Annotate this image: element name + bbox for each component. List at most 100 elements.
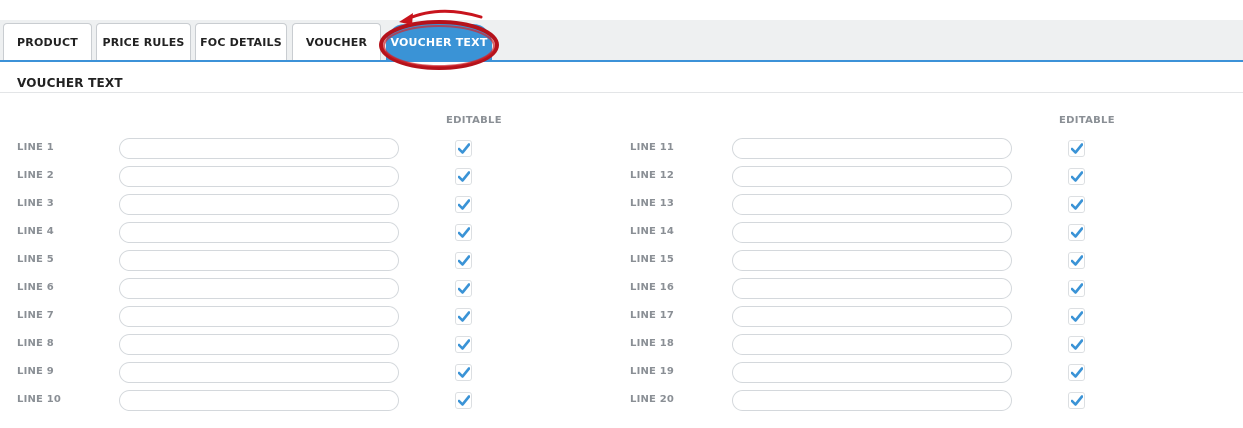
line-row: LINE 3 [17, 194, 517, 216]
line-row: LINE 14 [630, 222, 1130, 244]
line-row: LINE 17 [630, 306, 1130, 328]
editable-checkbox[interactable] [1068, 308, 1085, 325]
line-row: LINE 1 [17, 138, 517, 160]
line-text-input[interactable] [119, 390, 399, 411]
checkmark-icon [458, 171, 470, 182]
tab-voucher-text[interactable]: VOUCHER TEXT [386, 24, 492, 60]
checkmark-icon [1071, 227, 1083, 238]
editable-header-left: EDITABLE [446, 115, 502, 126]
checkmark-icon [1071, 283, 1083, 294]
line-text-input[interactable] [119, 362, 399, 383]
line-label: LINE 8 [17, 338, 54, 349]
checkmark-icon [458, 199, 470, 210]
line-label: LINE 4 [17, 226, 54, 237]
line-row: LINE 15 [630, 250, 1130, 272]
line-label: LINE 7 [17, 310, 54, 321]
line-text-input[interactable] [732, 278, 1012, 299]
tab-bar: PRODUCT PRICE RULES FOC DETAILS VOUCHER … [0, 20, 1243, 62]
line-label: LINE 9 [17, 366, 54, 377]
checkmark-icon [458, 227, 470, 238]
line-text-input[interactable] [732, 194, 1012, 215]
checkmark-icon [1071, 339, 1083, 350]
line-text-input[interactable] [732, 222, 1012, 243]
line-text-input[interactable] [732, 306, 1012, 327]
line-row: LINE 6 [17, 278, 517, 300]
editable-checkbox[interactable] [455, 252, 472, 269]
editable-checkbox[interactable] [1068, 140, 1085, 157]
line-text-input[interactable] [732, 334, 1012, 355]
section-divider [0, 92, 1243, 93]
line-label: LINE 11 [630, 142, 675, 153]
line-text-input[interactable] [119, 334, 399, 355]
line-row: LINE 7 [17, 306, 517, 328]
line-row: LINE 18 [630, 334, 1130, 356]
line-label: LINE 6 [17, 282, 54, 293]
checkmark-icon [1071, 171, 1083, 182]
editable-checkbox[interactable] [1068, 280, 1085, 297]
line-row: LINE 20 [630, 390, 1130, 412]
section-title: VOUCHER TEXT [17, 76, 123, 90]
editable-checkbox[interactable] [1068, 196, 1085, 213]
line-text-input[interactable] [732, 390, 1012, 411]
line-label: LINE 5 [17, 254, 54, 265]
tab-voucher[interactable]: VOUCHER [292, 23, 381, 60]
line-text-input[interactable] [119, 194, 399, 215]
editable-checkbox[interactable] [455, 280, 472, 297]
line-text-input[interactable] [119, 250, 399, 271]
checkmark-icon [1071, 367, 1083, 378]
editable-checkbox[interactable] [1068, 168, 1085, 185]
line-row: LINE 2 [17, 166, 517, 188]
editable-checkbox[interactable] [455, 336, 472, 353]
line-row: LINE 10 [17, 390, 517, 412]
line-text-input[interactable] [732, 362, 1012, 383]
line-label: LINE 15 [630, 254, 675, 265]
editable-checkbox[interactable] [455, 364, 472, 381]
editable-checkbox[interactable] [455, 308, 472, 325]
line-label: LINE 1 [17, 142, 54, 153]
line-text-input[interactable] [732, 166, 1012, 187]
line-text-input[interactable] [119, 166, 399, 187]
line-text-input[interactable] [732, 138, 1012, 159]
checkmark-icon [458, 283, 470, 294]
checkmark-icon [1071, 199, 1083, 210]
line-row: LINE 4 [17, 222, 517, 244]
checkmark-icon [458, 339, 470, 350]
line-label: LINE 3 [17, 198, 54, 209]
line-row: LINE 11 [630, 138, 1130, 160]
line-label: LINE 2 [17, 170, 54, 181]
editable-checkbox[interactable] [455, 140, 472, 157]
checkmark-icon [458, 367, 470, 378]
checkmark-icon [1071, 143, 1083, 154]
line-text-input[interactable] [119, 138, 399, 159]
checkmark-icon [1071, 311, 1083, 322]
checkmark-icon [1071, 255, 1083, 266]
line-text-input[interactable] [119, 222, 399, 243]
line-row: LINE 13 [630, 194, 1130, 216]
line-text-input[interactable] [119, 278, 399, 299]
tab-product[interactable]: PRODUCT [3, 23, 92, 60]
tab-price-rules[interactable]: PRICE RULES [96, 23, 191, 60]
editable-checkbox[interactable] [1068, 224, 1085, 241]
line-label: LINE 13 [630, 198, 675, 209]
checkmark-icon [458, 395, 470, 406]
line-row: LINE 19 [630, 362, 1130, 384]
editable-checkbox[interactable] [455, 168, 472, 185]
line-text-input[interactable] [732, 250, 1012, 271]
line-row: LINE 12 [630, 166, 1130, 188]
line-text-input[interactable] [119, 306, 399, 327]
line-row: LINE 9 [17, 362, 517, 384]
checkmark-icon [458, 255, 470, 266]
editable-checkbox[interactable] [1068, 252, 1085, 269]
editable-checkbox[interactable] [455, 392, 472, 409]
line-label: LINE 19 [630, 366, 675, 377]
editable-checkbox[interactable] [455, 196, 472, 213]
editable-checkbox[interactable] [1068, 392, 1085, 409]
editable-checkbox[interactable] [455, 224, 472, 241]
line-label: LINE 12 [630, 170, 675, 181]
tab-foc-details[interactable]: FOC DETAILS [195, 23, 287, 60]
editable-checkbox[interactable] [1068, 336, 1085, 353]
line-row: LINE 8 [17, 334, 517, 356]
editable-checkbox[interactable] [1068, 364, 1085, 381]
checkmark-icon [1071, 395, 1083, 406]
checkmark-icon [458, 143, 470, 154]
